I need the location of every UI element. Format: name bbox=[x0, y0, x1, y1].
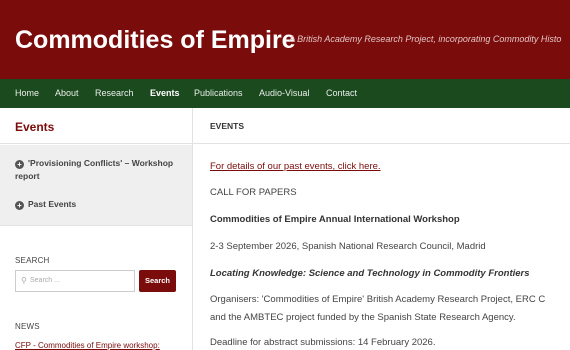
sidebar-item-label: 'Provisioning Conflicts' – Workshop bbox=[28, 158, 174, 168]
call-for-papers-heading: CALL FOR PAPERS bbox=[210, 187, 297, 198]
site-title[interactable]: Commodities of Empire bbox=[15, 26, 296, 55]
workshop-date-location: 2-3 September 2026, Spanish National Res… bbox=[210, 241, 486, 252]
organisers-line-1: Organisers: 'Commodities of Empire' Brit… bbox=[210, 294, 546, 305]
search-icon: ⚲ bbox=[21, 276, 27, 285]
sidebar-item-label-continued: report bbox=[15, 171, 40, 181]
past-events-link[interactable]: For details of our past events, click he… bbox=[210, 161, 381, 172]
workshop-title: Commodities of Empire Annual Internation… bbox=[210, 214, 460, 225]
sidebar-item-past-events[interactable]: + Past Events bbox=[15, 198, 185, 211]
sidebar-title: Events bbox=[15, 120, 55, 134]
nav-publications[interactable]: Publications bbox=[194, 88, 243, 98]
site-header: Commodities of Empire A British Academy … bbox=[0, 0, 570, 79]
nav-audio-visual[interactable]: Audio-Visual bbox=[259, 88, 309, 98]
sidebar-header: Events bbox=[0, 108, 192, 144]
nav-events[interactable]: Events bbox=[150, 88, 180, 98]
sidebar-item-workshop-report[interactable]: + 'Provisioning Conflicts' – Workshop rep… bbox=[15, 157, 185, 183]
page-title: EVENTS bbox=[210, 121, 245, 131]
news-label: NEWS bbox=[15, 322, 40, 331]
workshop-location: , Spanish National Research Council, Mad… bbox=[296, 241, 486, 252]
site-tagline: A British Academy Research Project, inco… bbox=[289, 34, 562, 44]
search-input[interactable]: ⚲ Search ... bbox=[15, 270, 135, 292]
plus-circle-icon: + bbox=[15, 201, 24, 210]
main-nav: Home About Research Events Publications … bbox=[0, 79, 570, 108]
main-header: EVENTS bbox=[193, 108, 570, 144]
organisers-line-2: and the AMBTEC project funded by the Spa… bbox=[210, 312, 516, 323]
deadline-text: Deadline for abstract submissions: 14 Fe… bbox=[210, 337, 436, 348]
workshop-date: 2-3 September 2026 bbox=[210, 241, 297, 252]
search-label: SEARCH bbox=[15, 256, 50, 265]
nav-research[interactable]: Research bbox=[95, 88, 134, 98]
sidebar: Events + 'Provisioning Conflicts' – Works… bbox=[0, 108, 192, 350]
nav-contact[interactable]: Contact bbox=[326, 88, 357, 98]
nav-about[interactable]: About bbox=[55, 88, 79, 98]
main-content: EVENTS For details of our past events, c… bbox=[192, 108, 570, 350]
news-link[interactable]: CFP - Commodities of Empire workshop: bbox=[15, 341, 160, 350]
plus-circle-icon: + bbox=[15, 160, 24, 169]
search-placeholder: Search ... bbox=[30, 277, 60, 284]
sidebar-divider bbox=[0, 225, 192, 253]
sidebar-item-label: Past Events bbox=[28, 199, 77, 209]
search-button[interactable]: Search bbox=[139, 270, 176, 292]
sidebar-menu: + 'Provisioning Conflicts' – Workshop rep… bbox=[0, 145, 192, 225]
nav-home[interactable]: Home bbox=[15, 88, 39, 98]
workshop-theme: Locating Knowledge: Science and Technolo… bbox=[210, 268, 530, 279]
